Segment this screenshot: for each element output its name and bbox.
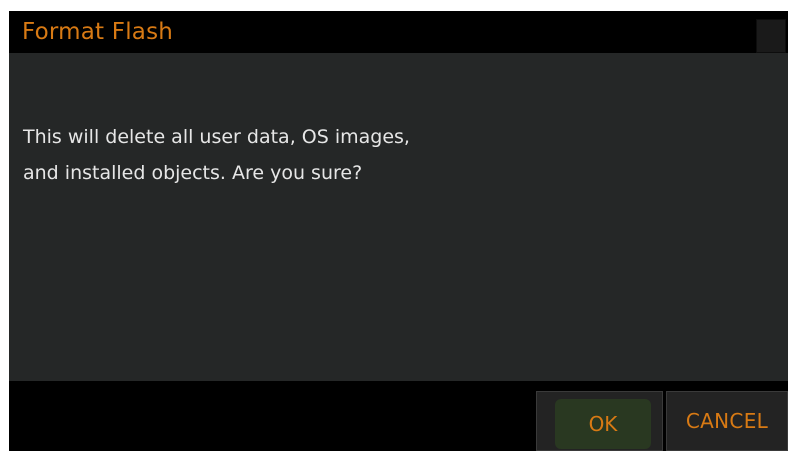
- dialog-title: Format Flash: [22, 19, 174, 45]
- dialog-footer: OK CANCEL: [9, 381, 788, 451]
- ok-button[interactable]: OK: [555, 399, 651, 449]
- titlebar-corner-button[interactable]: [756, 19, 786, 53]
- format-flash-dialog: Format Flash This will delete all user d…: [9, 11, 788, 451]
- message-line: This will delete all user data, OS image…: [23, 126, 410, 148]
- message-line: and installed objects. Are you sure?: [23, 162, 363, 184]
- dialog-message: This will delete all user data, OS image…: [23, 119, 643, 191]
- dialog-content: This will delete all user data, OS image…: [9, 53, 788, 381]
- cancel-button[interactable]: CANCEL: [667, 392, 787, 450]
- cancel-button-cell: CANCEL: [666, 391, 788, 451]
- dialog-titlebar: Format Flash: [9, 11, 788, 53]
- ok-button-cell: OK: [536, 391, 663, 451]
